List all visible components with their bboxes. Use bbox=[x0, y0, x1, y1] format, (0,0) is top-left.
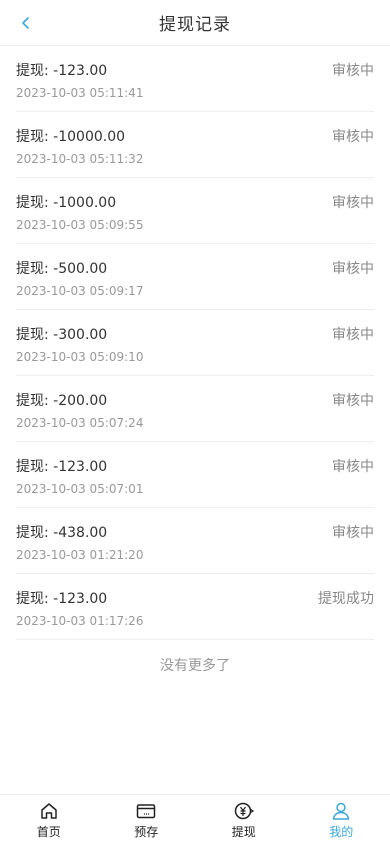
withdraw-record-list: 提现: -123.00 审核中 2023-10-03 05:11:41 提现: … bbox=[16, 46, 374, 640]
record-time: 2023-10-03 01:17:26 bbox=[16, 614, 144, 628]
record-amount: 提现: -10000.00 bbox=[16, 129, 126, 145]
record-amount: 提现: -438.00 bbox=[16, 525, 108, 541]
home-icon bbox=[41, 803, 57, 819]
record-status: 审核中 bbox=[332, 327, 374, 343]
user-icon bbox=[333, 802, 350, 820]
app-root: 提现记录 提现: -123.00 审核中 2023-10-03 05:11:41… bbox=[0, 0, 390, 844]
record-status: 审核中 bbox=[332, 393, 374, 409]
record-amount: 提现: -123.00 bbox=[16, 459, 108, 475]
record-row[interactable]: 提现: -123.00 审核中 2023-10-03 05:11:41 bbox=[16, 46, 374, 112]
record-amount: 提现: -123.00 bbox=[16, 63, 108, 79]
tab-withdraw[interactable]: 提现 bbox=[195, 795, 293, 844]
tab-home-label: 首页 bbox=[36, 825, 61, 839]
record-time: 2023-10-03 05:11:32 bbox=[16, 152, 144, 166]
page-title: 提现记录 bbox=[159, 15, 231, 35]
record-time: 2023-10-03 05:11:41 bbox=[16, 86, 144, 100]
record-time: 2023-10-03 05:07:24 bbox=[16, 416, 144, 430]
record-row[interactable]: 提现: -500.00 审核中 2023-10-03 05:09:17 bbox=[16, 244, 374, 310]
record-row[interactable]: 提现: -123.00 审核中 2023-10-03 05:07:01 bbox=[16, 442, 374, 508]
record-time: 2023-10-03 01:21:20 bbox=[16, 548, 144, 562]
tab-mine[interactable]: 我的 bbox=[293, 795, 390, 844]
record-time: 2023-10-03 05:09:17 bbox=[16, 284, 144, 298]
record-time: 2023-10-03 05:09:55 bbox=[16, 218, 144, 232]
record-status: 审核中 bbox=[332, 261, 374, 277]
tab-mine-label: 我的 bbox=[329, 825, 354, 839]
record-status: 审核中 bbox=[332, 459, 374, 475]
tab-deposit-label: 预存 bbox=[134, 825, 159, 839]
record-amount: 提现: -500.00 bbox=[16, 261, 108, 277]
record-amount: 提现: -123.00 bbox=[16, 591, 108, 607]
record-row[interactable]: 提现: -1000.00 审核中 2023-10-03 05:09:55 bbox=[16, 178, 374, 244]
back-button[interactable] bbox=[14, 11, 38, 35]
tab-deposit[interactable]: 预存 bbox=[98, 795, 196, 844]
wallet-icon bbox=[137, 804, 156, 819]
record-status: 审核中 bbox=[332, 525, 374, 541]
no-more-text: 没有更多了 bbox=[160, 658, 230, 674]
header-bar: 提现记录 bbox=[0, 0, 390, 46]
bottom-tab-bar: 首页 预存 提现 我的 bbox=[0, 794, 390, 844]
record-amount: 提现: -1000.00 bbox=[16, 195, 117, 211]
chevron-left-icon bbox=[22, 17, 29, 29]
record-row[interactable]: 提现: -200.00 审核中 2023-10-03 05:07:24 bbox=[16, 376, 374, 442]
record-row[interactable]: 提现: -10000.00 审核中 2023-10-03 05:11:32 bbox=[16, 112, 374, 178]
record-time: 2023-10-03 05:07:01 bbox=[16, 482, 144, 496]
record-amount: 提现: -200.00 bbox=[16, 393, 108, 409]
record-row[interactable]: 提现: -300.00 审核中 2023-10-03 05:09:10 bbox=[16, 310, 374, 376]
record-status: 审核中 bbox=[332, 195, 374, 211]
record-row[interactable]: 提现: -123.00 提现成功 2023-10-03 01:17:26 bbox=[16, 574, 374, 640]
tab-home[interactable]: 首页 bbox=[0, 795, 98, 844]
withdraw-icon bbox=[234, 802, 254, 820]
record-status: 审核中 bbox=[332, 63, 374, 79]
tab-withdraw-label: 提现 bbox=[231, 825, 256, 839]
record-amount: 提现: -300.00 bbox=[16, 327, 108, 343]
record-time: 2023-10-03 05:09:10 bbox=[16, 350, 144, 364]
record-status: 提现成功 bbox=[318, 591, 374, 607]
record-row[interactable]: 提现: -438.00 审核中 2023-10-03 01:21:20 bbox=[16, 508, 374, 574]
record-status: 审核中 bbox=[332, 129, 374, 145]
